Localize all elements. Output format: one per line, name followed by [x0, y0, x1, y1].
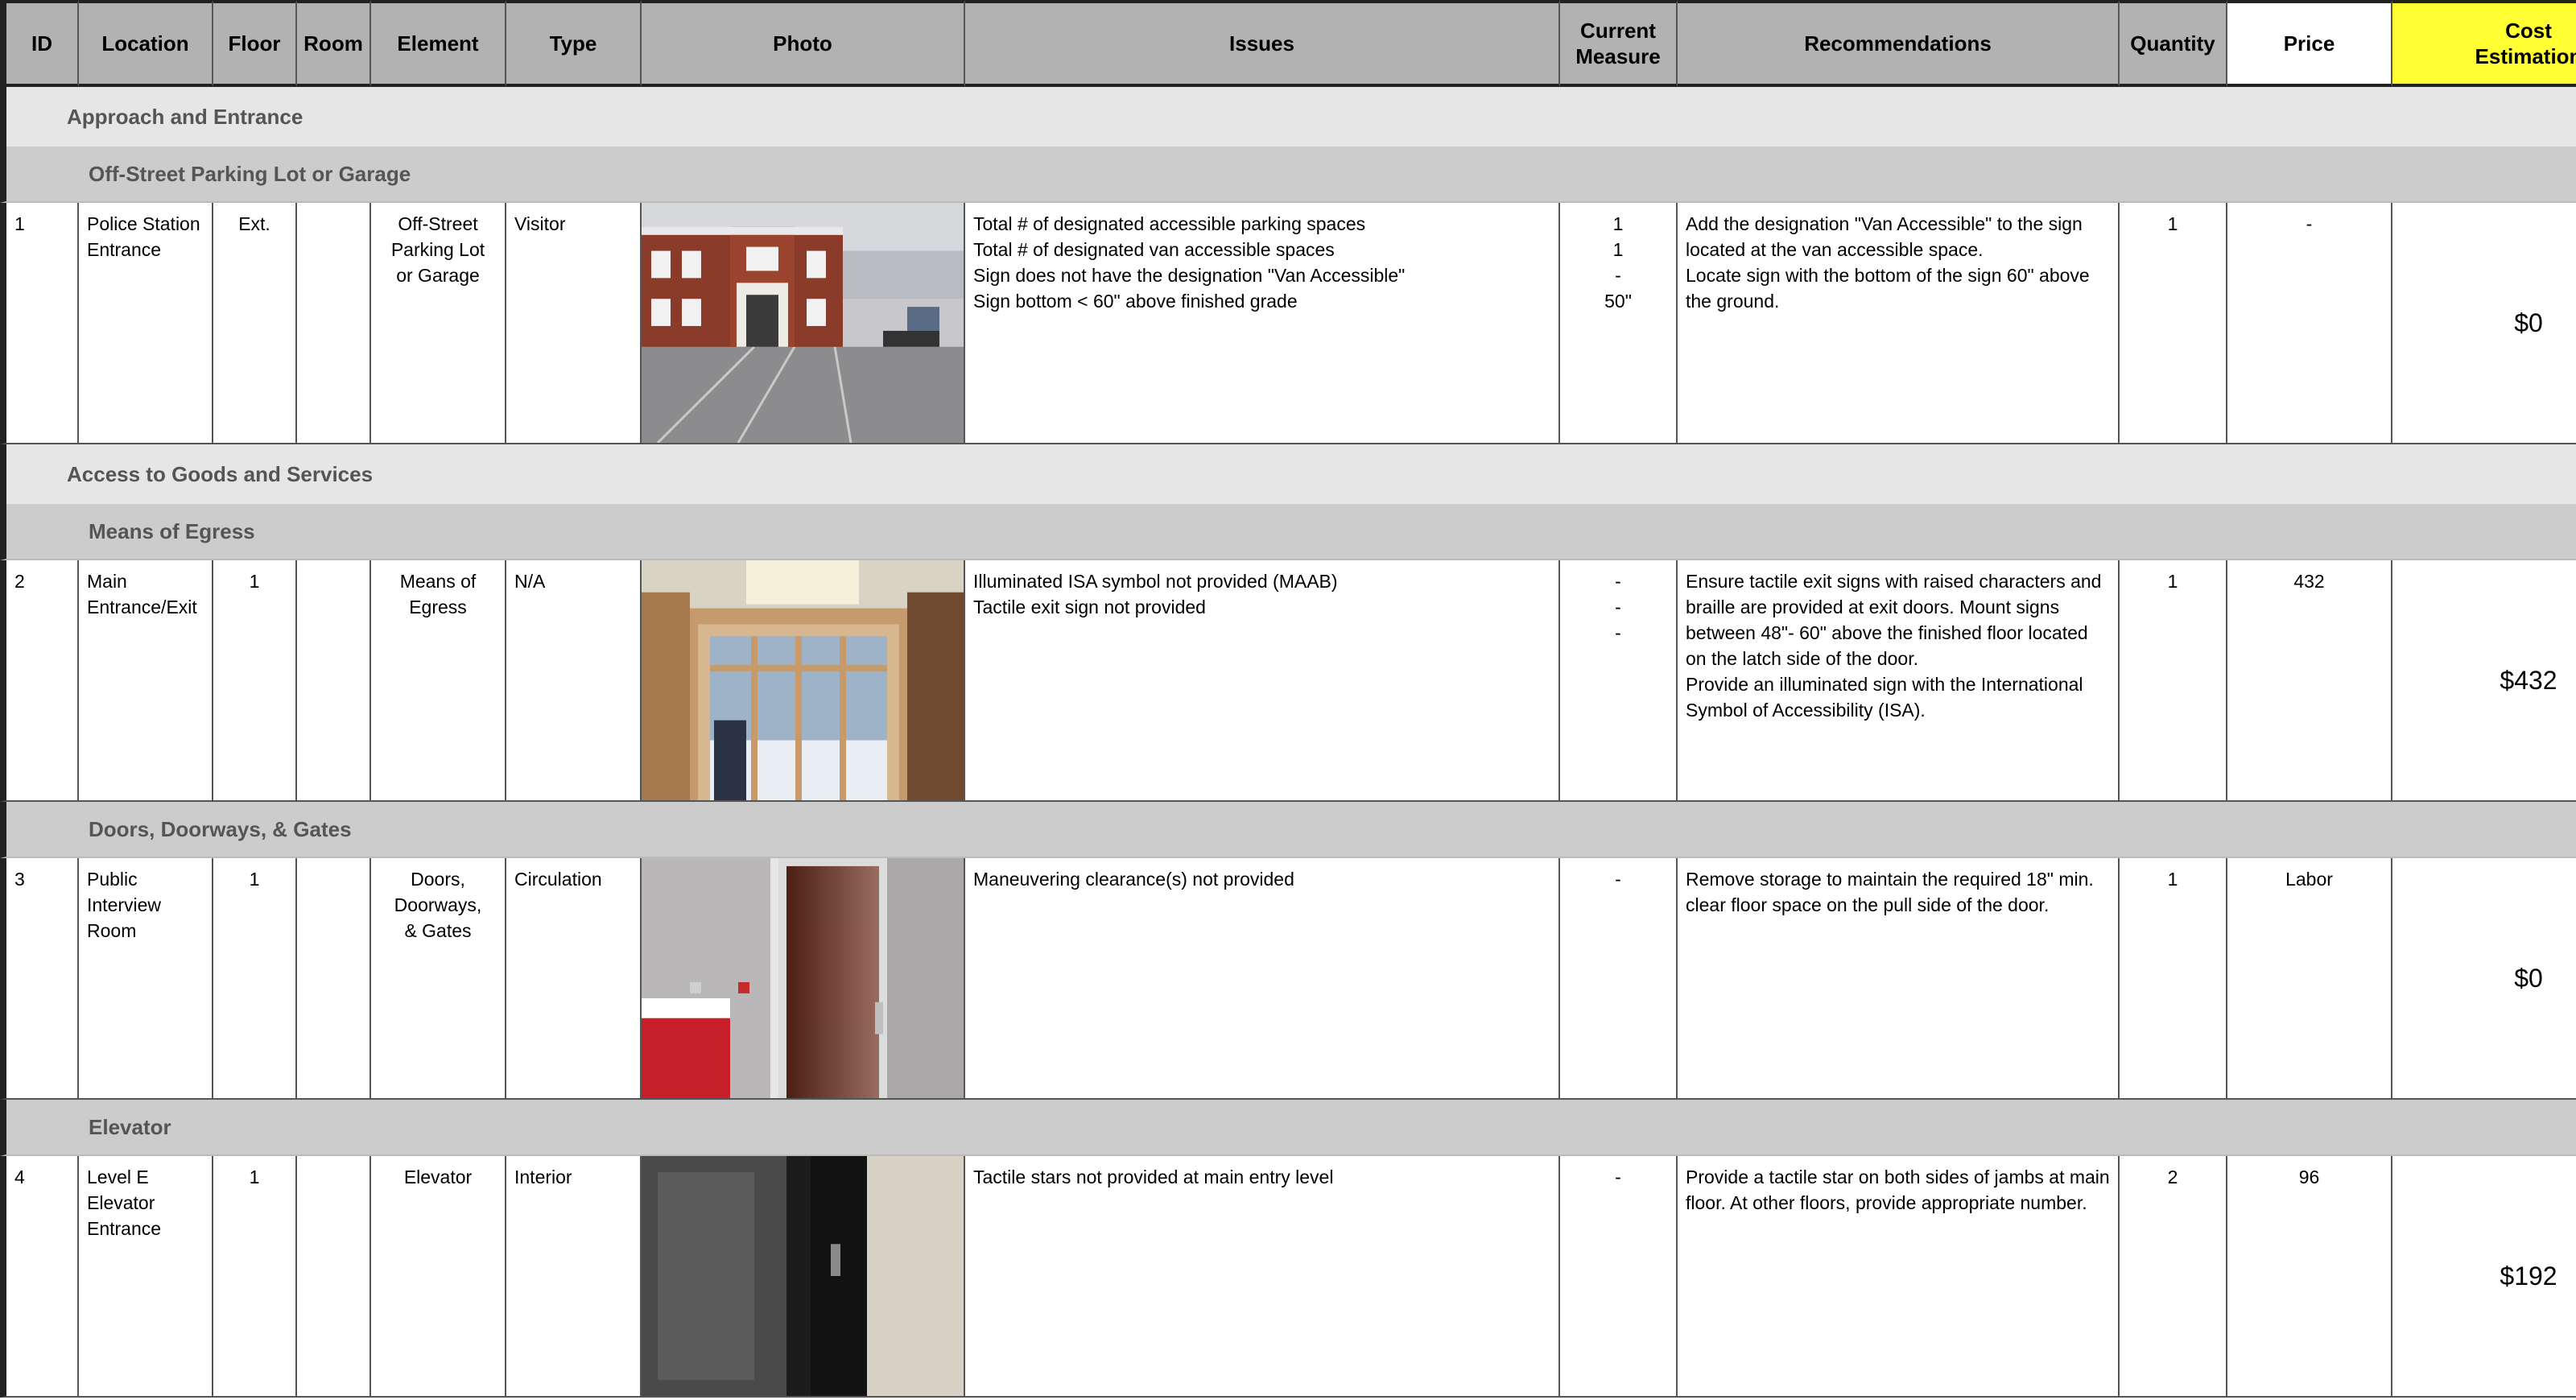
- cell-floor: Ext.: [213, 203, 297, 444]
- cell-cost-estimation: $0: [2392, 203, 2576, 444]
- cell-price: 432: [2227, 560, 2392, 802]
- cell-room: [297, 1156, 371, 1398]
- cell-room: [297, 858, 371, 1100]
- cell-issues: Total # of designated accessible parking…: [965, 203, 1560, 444]
- cell-element: Means of Egress: [371, 560, 506, 802]
- cell-recommendations: Add the designation "Van Accessible" to …: [1678, 203, 2120, 444]
- cell-location: Main Entrance/Exit: [79, 560, 213, 802]
- assessment-table: ID Location Floor Room Element Type Phot…: [0, 0, 2576, 1398]
- header-location: Location: [79, 0, 213, 87]
- header-id: ID: [0, 0, 79, 87]
- cell-current-measure: -: [1560, 1156, 1678, 1398]
- header-quantity: Quantity: [2120, 0, 2227, 87]
- cell-cost-estimation: $432: [2392, 560, 2576, 802]
- header-cost-estimation: Cost Estimation: [2392, 0, 2576, 87]
- cell-id: 1: [0, 203, 79, 444]
- cell-location: Level E Elevator Entrance: [79, 1156, 213, 1398]
- header-floor: Floor: [213, 0, 297, 87]
- subsection-title: Doors, Doorways, & Gates: [0, 802, 2576, 858]
- cell-type: Visitor: [506, 203, 642, 444]
- cell-type: Circulation: [506, 858, 642, 1100]
- entrance-doors-photo: [642, 560, 965, 802]
- cell-quantity: 1: [2120, 858, 2227, 1100]
- cell-recommendations: Provide a tactile star on both sides of …: [1678, 1156, 2120, 1398]
- header-recommendations: Recommendations: [1678, 0, 2120, 87]
- header-photo: Photo: [642, 0, 965, 87]
- cell-current-measure: - - -: [1560, 560, 1678, 802]
- header-element: Element: [371, 0, 506, 87]
- cell-room: [297, 560, 371, 802]
- header-issues: Issues: [965, 0, 1560, 87]
- cell-id: 3: [0, 858, 79, 1100]
- subsection-title: Off-Street Parking Lot or Garage: [0, 147, 2576, 203]
- cell-floor: 1: [213, 858, 297, 1100]
- cell-quantity: 1: [2120, 560, 2227, 802]
- cell-element: Elevator: [371, 1156, 506, 1398]
- cell-quantity: 1: [2120, 203, 2227, 444]
- subsection-title: Means of Egress: [0, 504, 2576, 560]
- cell-quantity: 2: [2120, 1156, 2227, 1398]
- cell-type: N/A: [506, 560, 642, 802]
- cell-element: Doors, Doorways, & Gates: [371, 858, 506, 1100]
- cell-issues: Maneuvering clearance(s) not provided: [965, 858, 1560, 1100]
- header-price: Price: [2227, 0, 2392, 87]
- cell-element: Off-Street Parking Lot or Garage: [371, 203, 506, 444]
- cell-cost-estimation: $192: [2392, 1156, 2576, 1398]
- elevator-jamb-photo: [642, 1156, 965, 1398]
- cell-price: -: [2227, 203, 2392, 444]
- header-type: Type: [506, 0, 642, 87]
- cell-current-measure: 1 1 - 50": [1560, 203, 1678, 444]
- cell-floor: 1: [213, 1156, 297, 1398]
- cell-issues: Tactile stars not provided at main entry…: [965, 1156, 1560, 1398]
- cell-price: Labor: [2227, 858, 2392, 1100]
- cell-recommendations: Ensure tactile exit signs with raised ch…: [1678, 560, 2120, 802]
- header-current-measure: Current Measure: [1560, 0, 1678, 87]
- cell-current-measure: -: [1560, 858, 1678, 1100]
- cell-id: 4: [0, 1156, 79, 1398]
- cell-location: Police Station Entrance: [79, 203, 213, 444]
- cell-cost-estimation: $0: [2392, 858, 2576, 1100]
- section-title: Approach and Entrance: [0, 87, 2576, 147]
- cell-price: 96: [2227, 1156, 2392, 1398]
- cell-id: 2: [0, 560, 79, 802]
- cell-type: Interior: [506, 1156, 642, 1398]
- building-exterior-parking-lot-photo: [642, 203, 965, 444]
- cell-location: Public Interview Room: [79, 858, 213, 1100]
- cell-issues: Illuminated ISA symbol not provided (MAA…: [965, 560, 1560, 802]
- cell-floor: 1: [213, 560, 297, 802]
- header-room: Room: [297, 0, 371, 87]
- cell-room: [297, 203, 371, 444]
- section-title: Access to Goods and Services: [0, 444, 2576, 504]
- cell-recommendations: Remove storage to maintain the required …: [1678, 858, 2120, 1100]
- wooden-door-cooler-photo: [642, 858, 965, 1100]
- subsection-title: Elevator: [0, 1100, 2576, 1156]
